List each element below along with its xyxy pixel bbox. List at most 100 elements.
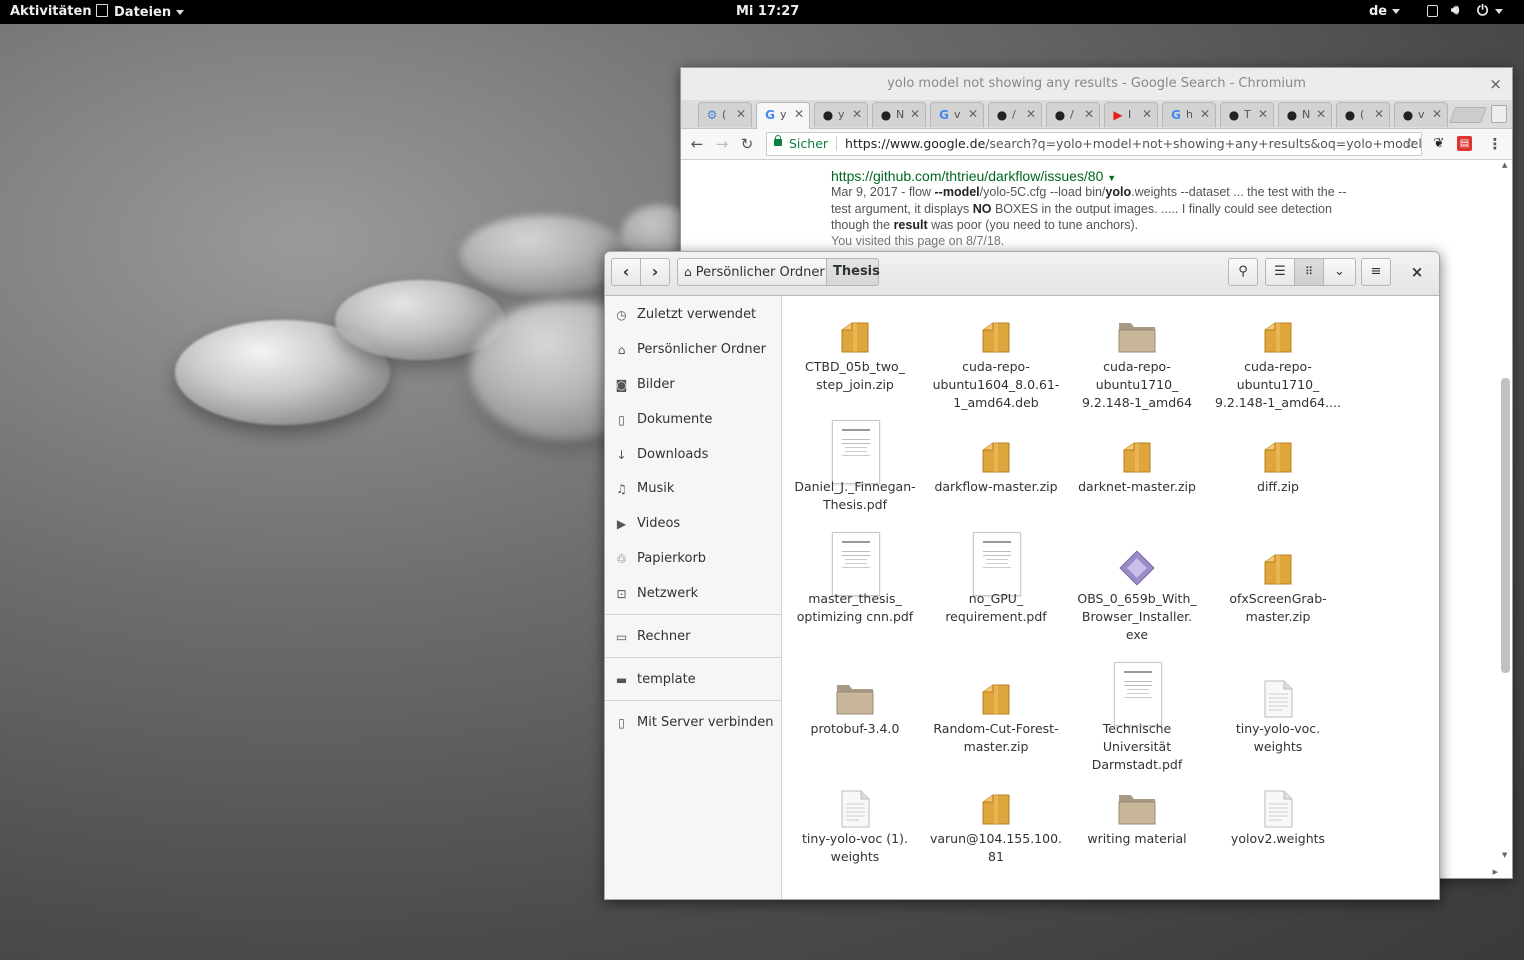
sidebar-item-template[interactable]: ▬ template — [605, 663, 781, 697]
menu-button[interactable]: ≡ — [1361, 258, 1391, 286]
package-icon — [1264, 322, 1292, 353]
extension-icon[interactable]: ❦ — [1429, 134, 1449, 154]
sidebar-item-musik[interactable]: ♫ Musik — [605, 472, 781, 506]
file-item[interactable]: darkflow-master.zip — [926, 422, 1066, 532]
sidebar-item-dokumente[interactable]: ▯ Dokumente — [605, 403, 781, 437]
file-item[interactable]: ofxScreenGrab-master.zip — [1208, 534, 1348, 644]
sidebar-item-papierkorb[interactable]: ♲ Papierkorb — [605, 542, 781, 576]
app-menu[interactable]: Dateien — [96, 4, 185, 20]
forward-icon[interactable]: → — [712, 134, 732, 154]
browser-tab[interactable]: Gh ✕ — [1162, 102, 1216, 127]
file-item[interactable]: no_GPU_ requirement.pdf — [926, 532, 1066, 644]
file-item[interactable]: diff.zip — [1208, 422, 1348, 532]
close-icon[interactable]: ✕ — [794, 107, 804, 121]
close-icon[interactable]: ✕ — [736, 107, 746, 121]
scroll-right-icon[interactable]: ▶ — [1493, 868, 1498, 876]
file-item[interactable]: cuda-repo-ubuntu1604_8.0.61- 1_amd64.deb — [926, 302, 1066, 412]
close-icon[interactable]: ✕ — [1084, 107, 1094, 121]
sidebar-item-bilder[interactable]: ◙ Bilder — [605, 368, 781, 402]
close-icon[interactable]: ✕ — [852, 107, 862, 121]
result-url-text[interactable]: https://github.com/thtrieu/darkflow/issu… — [831, 168, 1103, 184]
close-icon[interactable]: ✕ — [1258, 107, 1268, 121]
clock[interactable]: Mi 17:27 — [736, 4, 799, 19]
volume-icon[interactable]: 🔊︎ — [1451, 3, 1459, 18]
bookmark-star-icon[interactable]: ☆ — [1403, 133, 1416, 155]
file-item[interactable]: varun@104.155.100. 81 — [926, 774, 1066, 884]
search-button[interactable]: ⚲ — [1228, 258, 1258, 286]
browser-tab[interactable]: ▶ I ✕ — [1104, 102, 1158, 127]
file-item[interactable]: yolov2.weights — [1208, 774, 1348, 884]
power-icon[interactable]: ⏻ — [1477, 3, 1504, 19]
page-scrollbar[interactable]: ▲ ▼ — [1501, 161, 1510, 861]
browser-tab[interactable]: ● T ✕ — [1220, 102, 1274, 127]
file-item[interactable]: master_thesis_ optimizing cnn.pdf — [785, 532, 925, 644]
browser-tab[interactable]: ● N ✕ — [872, 102, 926, 127]
close-icon[interactable]: ✕ — [1316, 107, 1326, 121]
scrollbar-thumb[interactable] — [1501, 378, 1510, 673]
file-item[interactable]: cuda-repo-ubuntu1710_ 9.2.148-1_amd64 — [1067, 302, 1207, 412]
close-icon[interactable]: × — [1489, 68, 1502, 100]
close-icon[interactable]: ✕ — [1142, 107, 1152, 121]
list-view-button[interactable]: ☰ — [1265, 258, 1295, 286]
file-item[interactable]: writing material — [1067, 774, 1207, 884]
back-icon[interactable]: ← — [687, 134, 707, 154]
scroll-up-icon[interactable]: ▲ — [1502, 161, 1507, 169]
back-button[interactable]: ‹ — [611, 258, 641, 286]
address-bar[interactable]: Sicher https://www.google.de/search?q=yol… — [766, 132, 1422, 156]
forward-button[interactable]: › — [640, 258, 670, 286]
github-icon: ● — [822, 108, 834, 122]
breadcrumb-current[interactable]: Thesis — [826, 258, 880, 286]
close-icon[interactable]: ✕ — [1374, 107, 1384, 121]
new-tab-button[interactable] — [1449, 107, 1487, 123]
sidebar-item-rechner[interactable]: ▭ Rechner — [605, 620, 781, 654]
profile-icon[interactable] — [1491, 105, 1507, 123]
browser-tab[interactable]: ● (✕ — [1336, 102, 1390, 127]
browser-tab[interactable]: Gv ✕ — [930, 102, 984, 127]
file-item[interactable]: tiny-yolo-voc (1). weights — [785, 774, 925, 884]
browser-tab[interactable]: ● y ✕ — [814, 102, 868, 127]
close-icon[interactable]: ✕ — [910, 107, 920, 121]
file-item[interactable]: CTBD_05b_two_ step_join.zip — [785, 302, 925, 412]
file-name: ubuntu1710_ — [1095, 377, 1179, 392]
sidebar-item-netzwerk[interactable]: ⊡ Netzwerk — [605, 577, 781, 611]
breadcrumb-home[interactable]: ⌂ Persönlicher Ordner — [677, 258, 827, 286]
close-icon[interactable]: ✕ — [1432, 107, 1442, 121]
file-item[interactable]: cuda-repo-ubuntu1710_ 9.2.148-1_amd64.... — [1208, 302, 1348, 412]
file-item[interactable] — [926, 884, 1066, 899]
file-item[interactable]: OBS_0_659b_With_ Browser_Installer. exe — [1067, 534, 1207, 644]
browser-tab[interactable]: Gy ✕ — [756, 102, 810, 129]
keyboard-layout[interactable]: de — [1369, 4, 1401, 19]
file-item[interactable]: protobuf-3.4.0 — [785, 664, 925, 774]
file-item[interactable]: Technische Universität Darmstadt.pdf — [1067, 662, 1207, 774]
reload-icon[interactable]: ↻ — [737, 134, 757, 154]
file-item[interactable] — [785, 884, 925, 899]
window-icon[interactable] — [1427, 5, 1438, 21]
activities-button[interactable]: Aktivitäten — [10, 4, 92, 19]
close-icon[interactable]: × — [1407, 263, 1427, 283]
file-item[interactable]: darknet-master.zip — [1067, 422, 1207, 532]
menu-icon[interactable]: ⋮ — [1485, 134, 1505, 154]
view-options-button[interactable]: ⌄ — [1323, 258, 1356, 286]
close-icon[interactable]: ✕ — [968, 107, 978, 121]
extension-icon[interactable]: ▤ — [1457, 136, 1472, 151]
browser-tab[interactable]: ● / ✕ — [1046, 102, 1100, 127]
file-item[interactable]: tiny-yolo-voc. weights — [1208, 664, 1348, 774]
caret-icon[interactable]: ▼ — [1107, 173, 1116, 183]
browser-tab[interactable]: ● N ✕ — [1278, 102, 1332, 127]
sidebar-item-mit-server-verbinden[interactable]: ▯ Mit Server verbinden — [605, 706, 781, 740]
sidebar-item-zuletzt-verwendet[interactable]: ◷ Zuletzt verwendet — [605, 298, 781, 332]
scroll-down-icon[interactable]: ▼ — [1502, 851, 1507, 859]
result-url[interactable]: https://github.com/thtrieu/darkflow/issu… — [831, 168, 1512, 184]
browser-tab[interactable]: ● / ✕ — [988, 102, 1042, 127]
close-icon[interactable]: ✕ — [1200, 107, 1210, 121]
sidebar-item-pers-nlicher-ordner[interactable]: ⌂ Persönlicher Ordner — [605, 333, 781, 367]
browser-tab[interactable]: ⚙ (✕ — [698, 102, 752, 127]
file-item[interactable]: Daniel_J._Finnegan- Thesis.pdf — [785, 420, 925, 532]
close-icon[interactable]: ✕ — [1026, 107, 1036, 121]
file-item[interactable]: Random-Cut-Forest-master.zip — [926, 664, 1066, 774]
sidebar-item-videos[interactable]: ▶ Videos — [605, 507, 781, 541]
chevron-down-icon — [1392, 9, 1401, 14]
sidebar-item-downloads[interactable]: ↓ Downloads — [605, 438, 781, 472]
browser-tab[interactable]: ● v ✕ — [1394, 102, 1448, 127]
grid-view-button[interactable]: ⠿ — [1294, 258, 1324, 286]
